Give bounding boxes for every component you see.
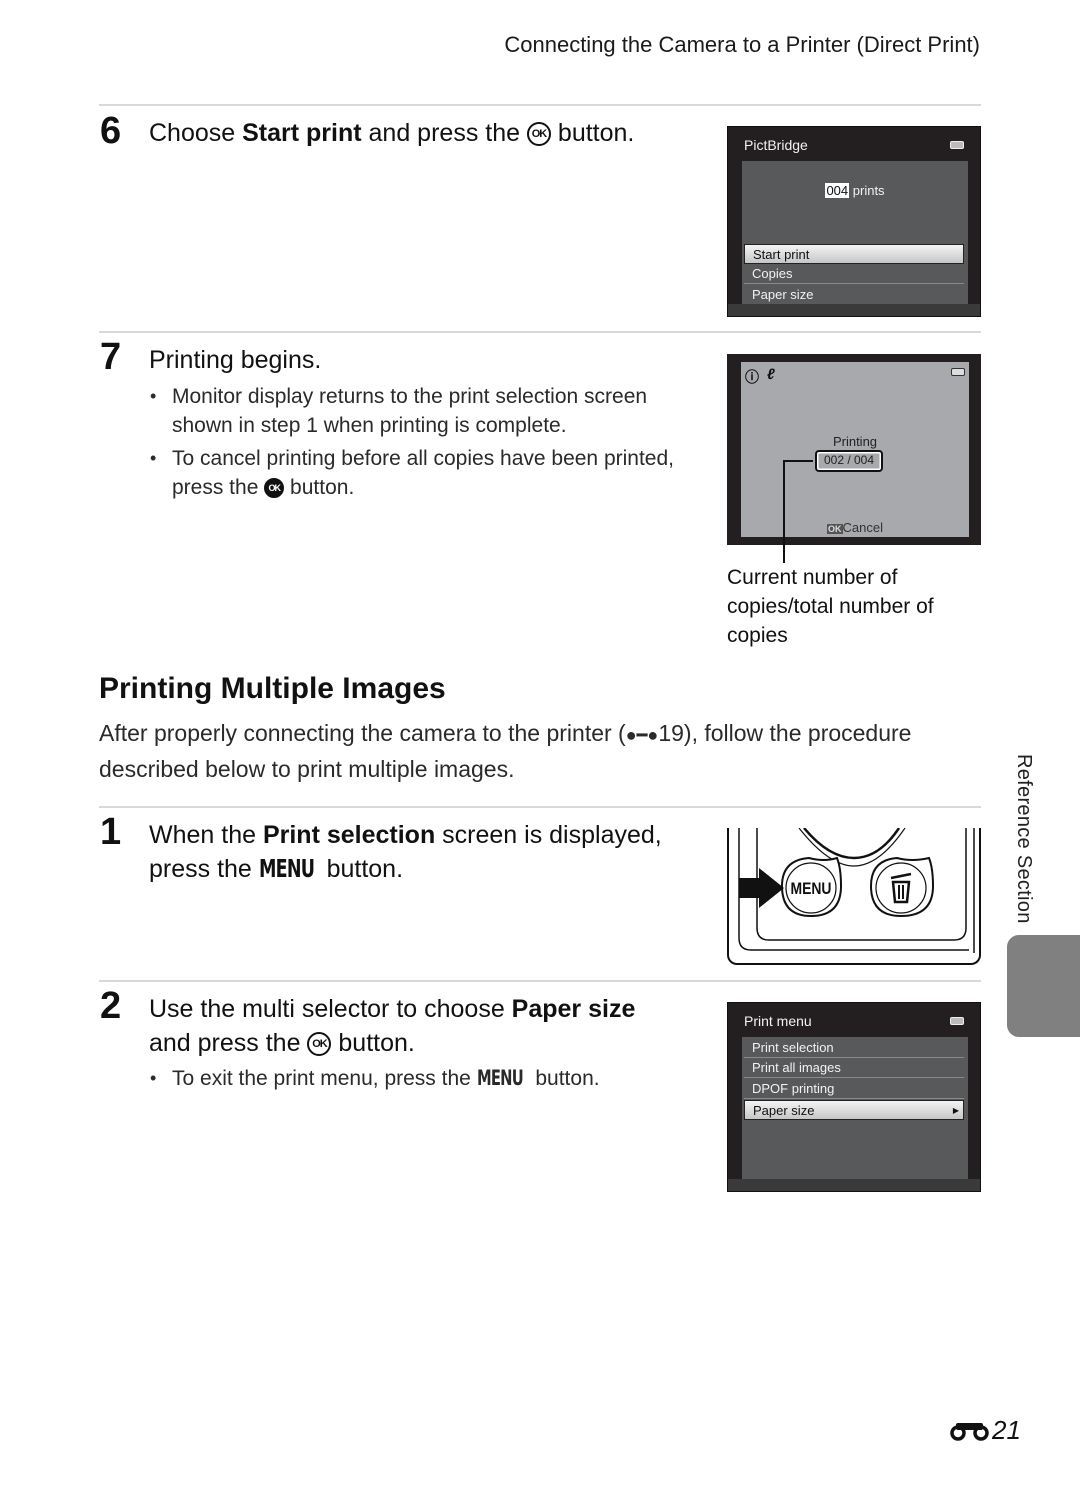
step-title: Choose Start print and press the OK butt… (149, 116, 634, 150)
intro-text: After properly connecting the camera to … (99, 720, 626, 746)
pictbridge-icon: ℓ (767, 366, 775, 383)
ok-button-icon: OK (526, 122, 551, 147)
warning-icon: ⓘ (745, 369, 759, 385)
pointer-arrow-icon (739, 868, 784, 908)
divider (99, 806, 981, 808)
battery-icon (950, 1017, 964, 1025)
menu-item-paper-size[interactable]: Paper size (744, 285, 964, 305)
menu-button-icon: MENU (476, 1066, 524, 1090)
screen-footer (728, 1179, 980, 1191)
camera-buttons-illustration: MENU (727, 828, 981, 965)
camera-body-drawing: MENU (738, 828, 975, 953)
callout-line (783, 460, 785, 563)
page-number-value: 21 (992, 1415, 1021, 1445)
section-thumb-tab[interactable] (1007, 935, 1080, 1037)
bullet-text: button. (529, 1067, 600, 1090)
submenu-arrow-icon: ▶ (952, 1106, 959, 1115)
step-title-text: and press the (361, 119, 527, 147)
cancel-label[interactable]: Cancel (843, 520, 883, 535)
menu-item-label: Paper size (753, 1103, 815, 1118)
battery-icon (951, 368, 965, 376)
section-intro: After properly connecting the camera to … (99, 716, 989, 786)
bullet-item: Monitor display returns to the print sel… (150, 382, 700, 440)
step-title-text: screen is displayed, (435, 821, 662, 849)
cancel-hint: OKCancel (741, 520, 969, 535)
pictbridge-screen: PictBridge 004 prints Start print Copies… (727, 126, 981, 317)
step-number: 1 (100, 811, 122, 853)
battery-icon (950, 141, 964, 149)
callout-line (783, 460, 813, 462)
menu-button-icon: MENU (258, 854, 315, 883)
step-title-text: When the (149, 821, 263, 849)
page-ref-link[interactable]: 19 (658, 720, 684, 746)
step-number: 7 (100, 336, 122, 378)
callout-caption: Current number of copies/total number of… (727, 566, 934, 647)
divider (99, 980, 981, 982)
bullet-text: button. (284, 476, 355, 499)
screen-panel: ⓘ ℓ Printing 002 / 004 OKCancel (741, 362, 969, 537)
running-head: Connecting the Camera to a Printer (Dire… (504, 32, 980, 57)
menu-button-label: MENU (790, 880, 831, 899)
menu-button[interactable]: MENU (780, 856, 843, 918)
divider (99, 331, 981, 333)
step-title-text: Use the multi selector to choose (149, 995, 512, 1023)
ok-key-icon: OK (827, 524, 843, 534)
printing-screen: ⓘ ℓ Printing 002 / 004 OKCancel (727, 354, 981, 545)
step-number: 2 (100, 985, 122, 1027)
printing-status: Printing (832, 434, 878, 449)
menu-item-copies[interactable]: Copies (744, 264, 964, 284)
bullet-list: Monitor display returns to the print sel… (150, 382, 700, 502)
print-count-label: prints (852, 183, 885, 198)
bullet-item: To exit the print menu, press the MENU b… (150, 1064, 710, 1093)
section-heading: Printing Multiple Images (99, 672, 446, 705)
page-number: 21 (950, 1415, 1021, 1446)
bullet-item: To cancel printing before all copies hav… (150, 444, 700, 502)
step-title-text: button. (319, 855, 404, 883)
divider (99, 104, 981, 106)
menu-item-dpof-printing[interactable]: DPOF printing (744, 1079, 964, 1099)
delete-button[interactable] (869, 856, 935, 918)
print-menu-screen: Print menu Print selection Print all ima… (727, 1002, 981, 1192)
screen-title: Print menu (744, 1013, 812, 1029)
copy-counter: 002 / 004 (815, 450, 883, 472)
step-title-bold: Paper size (511, 995, 636, 1023)
section-side-label: Reference Section (1013, 754, 1035, 924)
bullet-text: To cancel printing before all copies hav… (172, 447, 674, 470)
menu-item-start-print[interactable]: Start print (744, 244, 964, 264)
step-title-bold: Start print (242, 119, 362, 147)
step-title: Use the multi selector to choose Paper s… (149, 992, 709, 1060)
step-title-text: and press the (149, 1029, 308, 1057)
step-title-text: Choose (149, 119, 243, 147)
screen-title: PictBridge (744, 137, 808, 153)
step-title-text: button. (331, 1029, 415, 1057)
menu-item-print-selection[interactable]: Print selection (744, 1038, 964, 1058)
bullet-text: press the (172, 476, 265, 499)
print-count: 004 prints (742, 183, 968, 198)
ok-button-icon: OK (264, 478, 285, 499)
step-number: 6 (100, 110, 122, 152)
print-count-value[interactable]: 004 (825, 183, 850, 198)
bullet-text: To exit the print menu, press the (172, 1067, 477, 1090)
step-title: When the Print selection screen is displ… (149, 818, 709, 886)
ok-button-icon: OK (307, 1032, 332, 1057)
step-title-bold: Print selection (262, 821, 436, 849)
menu-item-paper-size[interactable]: Paper size ▶ (744, 1100, 964, 1120)
screen-footer (728, 304, 980, 316)
menu-item-print-all-images[interactable]: Print all images (744, 1058, 964, 1078)
binoculars-icon: ●━● (625, 725, 659, 745)
binoculars-icon (950, 1422, 989, 1441)
step-title-text: press the (149, 855, 259, 883)
step-title-text: button. (550, 119, 635, 147)
step-title: Printing begins. (149, 346, 322, 374)
